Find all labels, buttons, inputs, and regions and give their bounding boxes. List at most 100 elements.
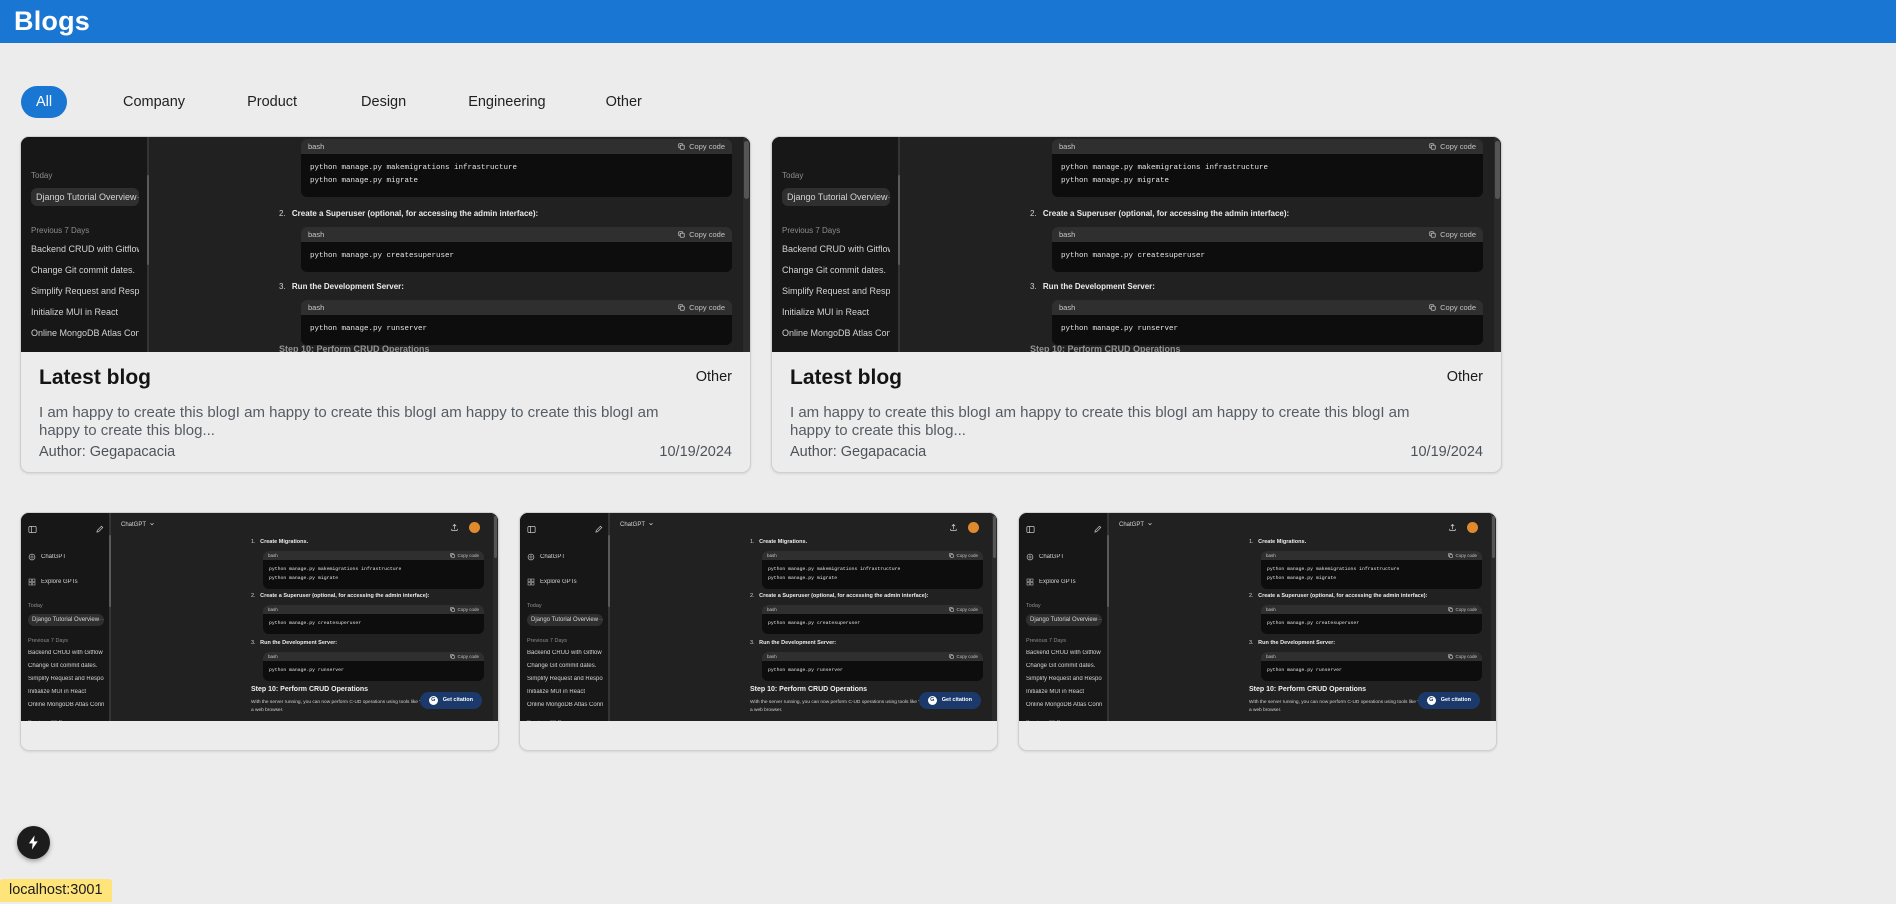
blog-card[interactable]: ChatGPT Explore GPTs Today Django Tutori… (519, 511, 998, 751)
chat-options-icon[interactable]: ··· (137, 192, 139, 202)
sidebar-chat-item[interactable]: Django Tutorial Overview (531, 617, 598, 623)
copy-code-button[interactable]: Copy code (1448, 553, 1477, 558)
filter-chip-product[interactable]: Product (229, 86, 315, 118)
sidebar-chat-item[interactable]: Online MongoDB Atlas Connect (527, 702, 603, 708)
chat-options-icon[interactable]: ··· (1097, 617, 1102, 623)
copy-code-button[interactable]: Copy code (1429, 230, 1476, 239)
filter-chip-design[interactable]: Design (343, 86, 424, 118)
copy-code-button[interactable]: Copy code (1448, 607, 1477, 612)
blog-card-author: Author: Gegapacacia (39, 443, 176, 460)
sidebar-chat-item[interactable]: Django Tutorial Overview (32, 617, 99, 623)
sidebar-chat-item[interactable]: Online MongoDB Atlas Connect (1026, 702, 1102, 708)
sidebar-chat-item[interactable]: Django Tutorial Overview (36, 192, 137, 202)
step-number: 2. (750, 592, 755, 599)
filter-chip-other[interactable]: Other (588, 86, 660, 118)
new-chat-icon[interactable] (95, 521, 104, 539)
blog-card[interactable]: Today Django Tutorial Overview ··· Previ… (771, 136, 1502, 473)
sidebar-item-chatgpt[interactable]: ChatGPT (1039, 554, 1064, 560)
copy-code-button[interactable]: Copy code (1448, 654, 1477, 659)
blog-card-title: Latest blog (39, 366, 152, 389)
avatar[interactable] (968, 522, 979, 534)
new-chat-icon[interactable] (1093, 521, 1102, 539)
conversation-scrollbar[interactable] (743, 137, 750, 352)
blog-card[interactable]: ChatGPT Explore GPTs Today Django Tutori… (20, 511, 499, 751)
sidebar-chat-item[interactable]: Simplify Request and Response (1026, 676, 1102, 682)
chat-options-icon[interactable]: ··· (888, 192, 890, 202)
sidebar-chat-item[interactable]: Backend CRUD with Gitflow (31, 244, 139, 254)
sidebar-toggle-icon[interactable] (1026, 521, 1035, 539)
copy-code-label: Copy code (457, 653, 479, 659)
model-selector[interactable]: ChatGPT (620, 521, 654, 529)
sidebar-chat-item[interactable]: Backend CRUD with Gitflow (527, 650, 603, 656)
chatgpt-screenshot: Today Django Tutorial Overview ··· Previ… (21, 137, 750, 352)
sidebar-chat-item[interactable]: Change Git commit dates. (782, 265, 890, 275)
copy-code-button[interactable]: Copy code (678, 230, 725, 239)
avatar[interactable] (1467, 522, 1478, 534)
sidebar-chat-item[interactable]: Simplify Request and Response (28, 676, 104, 682)
copy-code-button[interactable]: Copy code (450, 553, 479, 558)
sidebar-chat-item[interactable]: Online MongoDB Atlas Connect (782, 328, 890, 338)
conversation-scrollbar[interactable] (1491, 512, 1496, 721)
sidebar-chat-item[interactable]: Initialize MUI in React (31, 307, 139, 317)
sidebar-item-chatgpt[interactable]: ChatGPT (41, 554, 66, 560)
sidebar-chat-item[interactable]: Backend CRUD with Gitflow (1026, 650, 1102, 656)
blog-card[interactable]: ChatGPT Explore GPTs Today Django Tutori… (1018, 511, 1497, 751)
sidebar-chat-item[interactable]: Initialize MUI in React (782, 307, 890, 317)
step-number: 2. (251, 592, 256, 599)
copy-code-button[interactable]: Copy code (450, 654, 479, 659)
sidebar-chat-item[interactable]: Change Git commit dates. (527, 663, 603, 669)
sidebar-chat-item[interactable]: Simplify Request and Response (527, 676, 603, 682)
lightning-bolt-fab[interactable] (17, 826, 50, 859)
sidebar-chat-item[interactable]: Initialize MUI in React (527, 689, 603, 695)
copy-code-button[interactable]: Copy code (949, 607, 978, 612)
sidebar-chat-item[interactable]: Django Tutorial Overview (787, 192, 888, 202)
new-chat-icon[interactable] (594, 521, 603, 539)
sidebar-item-chatgpt[interactable]: ChatGPT (540, 554, 565, 560)
copy-code-button[interactable]: Copy code (450, 607, 479, 612)
chatgpt-sidebar: Today Django Tutorial Overview ··· Previ… (772, 137, 901, 352)
conversation-scrollbar[interactable] (493, 512, 498, 721)
share-icon[interactable] (450, 519, 459, 537)
copy-code-button[interactable]: Copy code (949, 553, 978, 558)
sidebar-toggle-icon[interactable] (527, 521, 536, 539)
conversation-scrollbar[interactable] (992, 512, 997, 721)
sidebar-chat-item[interactable]: Change Git commit dates. (31, 265, 139, 275)
sidebar-chat-item[interactable]: Initialize MUI in React (1026, 689, 1102, 695)
chat-options-icon[interactable]: ··· (598, 617, 603, 623)
get-citation-button[interactable]: G Get citation (918, 691, 981, 709)
copy-code-button[interactable]: Copy code (1429, 142, 1476, 151)
filter-chip-engineering[interactable]: Engineering (450, 86, 563, 118)
blog-card[interactable]: Today Django Tutorial Overview ··· Previ… (20, 136, 751, 473)
sidebar-chat-item[interactable]: Simplify Request and Response (31, 286, 139, 296)
sidebar-chat-item[interactable]: Backend CRUD with Gitflow (782, 244, 890, 254)
get-citation-button[interactable]: G Get citation (419, 691, 482, 709)
share-icon[interactable] (1448, 519, 1457, 537)
chat-options-icon[interactable]: ··· (99, 617, 104, 623)
copy-icon (450, 653, 456, 659)
copy-code-button[interactable]: Copy code (949, 654, 978, 659)
sidebar-chat-item[interactable]: Change Git commit dates. (28, 663, 104, 669)
filter-chip-company[interactable]: Company (105, 86, 203, 118)
model-selector[interactable]: ChatGPT (121, 521, 155, 529)
conversation-scrollbar[interactable] (1494, 137, 1501, 352)
chevron-down-icon (149, 521, 155, 529)
sidebar-item-explore-gpts[interactable]: Explore GPTs (1039, 579, 1076, 585)
sidebar-item-explore-gpts[interactable]: Explore GPTs (540, 579, 577, 585)
model-selector[interactable]: ChatGPT (1119, 521, 1153, 529)
sidebar-chat-item[interactable]: Initialize MUI in React (28, 689, 104, 695)
sidebar-chat-item[interactable]: Change Git commit dates. (1026, 663, 1102, 669)
sidebar-item-explore-gpts[interactable]: Explore GPTs (41, 579, 78, 585)
filter-chip-all[interactable]: All (21, 86, 67, 118)
sidebar-chat-item[interactable]: Online MongoDB Atlas Connect (28, 702, 104, 708)
copy-code-button[interactable]: Copy code (678, 303, 725, 312)
copy-code-button[interactable]: Copy code (1429, 303, 1476, 312)
sidebar-chat-item[interactable]: Django Tutorial Overview (1030, 617, 1097, 623)
sidebar-chat-item[interactable]: Online MongoDB Atlas Connect (31, 328, 139, 338)
get-citation-button[interactable]: G Get citation (1417, 691, 1480, 709)
sidebar-chat-item[interactable]: Backend CRUD with Gitflow (28, 650, 104, 656)
share-icon[interactable] (949, 519, 958, 537)
copy-code-button[interactable]: Copy code (678, 142, 725, 151)
sidebar-toggle-icon[interactable] (28, 521, 37, 539)
sidebar-chat-item[interactable]: Simplify Request and Response (782, 286, 890, 296)
avatar[interactable] (469, 522, 480, 534)
